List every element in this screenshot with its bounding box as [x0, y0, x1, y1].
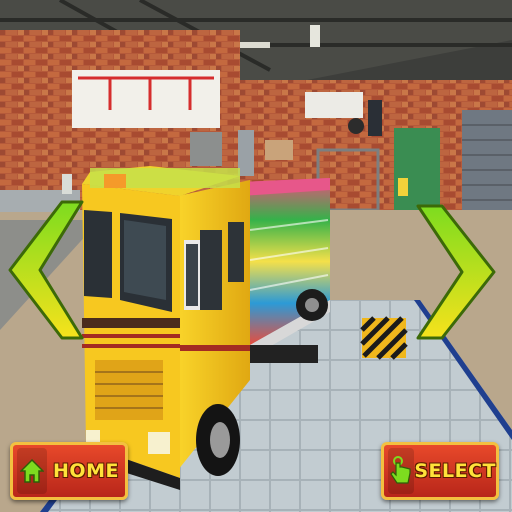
home-button-label: HOME: [53, 460, 119, 482]
tap-hand-icon: [388, 448, 415, 494]
select-button-label: SELECT: [414, 460, 496, 482]
select-button[interactable]: SELECT: [381, 442, 499, 500]
home-icon: [17, 448, 47, 494]
chevron-left-icon: [8, 200, 84, 340]
chevron-right-icon: [416, 204, 496, 340]
next-truck-arrow[interactable]: [414, 204, 498, 340]
previous-truck-arrow[interactable]: [6, 200, 86, 340]
home-button[interactable]: HOME: [10, 442, 128, 500]
